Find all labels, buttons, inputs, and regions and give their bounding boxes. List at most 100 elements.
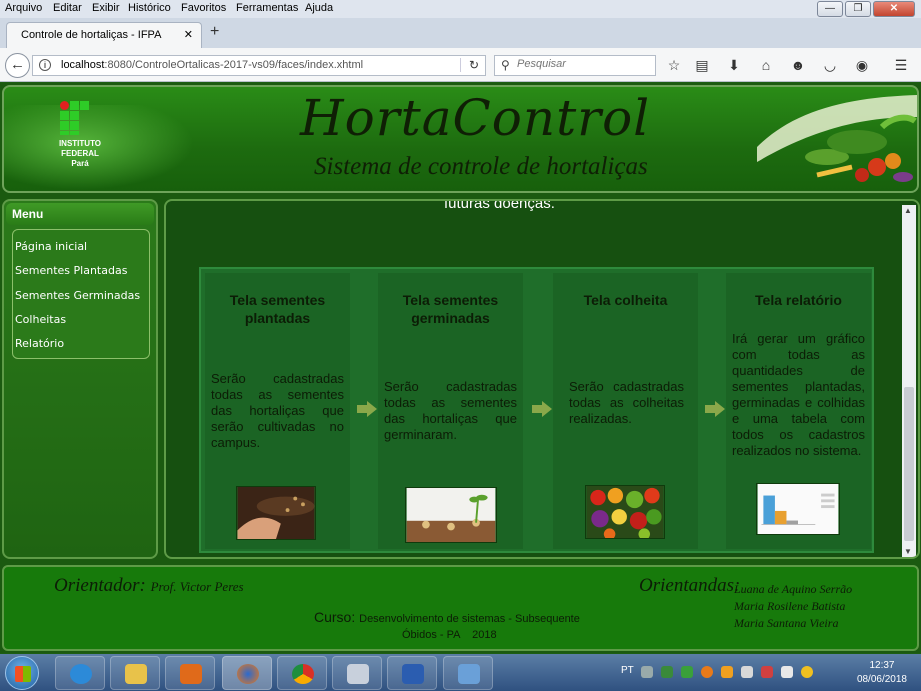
menu-item-sementes-plantadas[interactable]: Sementes Plantadas (15, 264, 145, 277)
menu-item-colheitas[interactable]: Colheitas (15, 313, 145, 326)
calculator-task[interactable] (332, 656, 382, 690)
content-scrollbar[interactable]: ▲ ▼ (902, 205, 916, 557)
card-colheita: Tela colheita Serão cadastradas todas as… (553, 273, 698, 549)
alert-icon[interactable] (721, 666, 733, 678)
home-icon[interactable]: ⌂ (757, 57, 775, 73)
search-input[interactable] (517, 58, 647, 70)
keyboard-icon[interactable] (641, 666, 653, 678)
navigation-bar: ← i localhost:8080/ControleOrtalicas-201… (0, 48, 921, 82)
internet-explorer-task[interactable] (55, 656, 105, 690)
city-year: Óbidos - PA 2018 (402, 629, 497, 641)
volume-icon[interactable] (781, 666, 793, 678)
search-icon: ⚲ (501, 58, 510, 72)
card-text: Irá gerar um gráfico com todas as quanti… (732, 331, 865, 458)
new-tab-icon[interactable]: + (210, 23, 219, 41)
windows-logo-icon (15, 666, 31, 682)
tab-title: Controle de hortaliças - IFPA (21, 29, 162, 41)
menu-exibir[interactable]: Exibir (92, 2, 120, 14)
intro-text-tail: futuras doenças. (444, 199, 555, 212)
card-text: Serão cadastradas todas as sementes das … (211, 371, 344, 450)
network-icon[interactable] (741, 666, 753, 678)
scroll-down-icon[interactable]: ▼ (904, 547, 912, 556)
scrollbar-thumb[interactable] (904, 387, 914, 541)
ie-icon (70, 664, 92, 684)
antivirus-icon[interactable] (661, 666, 673, 678)
orientanda-3: Maria Santana Vieira (734, 616, 839, 630)
menu-list: Página inicial Sementes Plantadas Sement… (12, 229, 150, 359)
main-content: futuras doenças. Tela sementes plantadas… (164, 199, 920, 559)
app-tray-icon[interactable] (681, 666, 693, 678)
folder-icon (125, 664, 147, 684)
windows-taskbar: PT 12:37 08/06/2018 (0, 654, 921, 691)
menu-ferramentas[interactable]: Ferramentas (236, 2, 298, 14)
firefox-task[interactable] (222, 656, 272, 690)
arrow-right-icon (705, 401, 725, 417)
user-icon[interactable] (801, 666, 813, 678)
firefox-icon (237, 664, 259, 684)
bookmark-star-icon[interactable]: ☆ (665, 57, 683, 74)
web-page: INSTITUTO FEDERAL Pará HortaControl Sist… (0, 83, 921, 653)
word-task[interactable] (387, 656, 437, 690)
library-icon[interactable]: ▤ (693, 57, 711, 74)
site-title: HortaControl (300, 89, 651, 147)
orientador-name: Prof. Victor Peres (150, 579, 244, 594)
features-panel: Tela sementes plantadas Serão cadastrada… (199, 267, 874, 553)
clock[interactable]: 12:37 08/06/2018 (857, 659, 907, 687)
germination-image (405, 487, 497, 543)
card-relatorio: Tela relatório Irá gerar um gráfico com … (726, 273, 871, 549)
menu-arquivo[interactable]: Arquivo (5, 2, 42, 14)
info-icon[interactable]: i (39, 59, 51, 71)
virtualbox-task[interactable] (443, 656, 493, 690)
menu-editar[interactable]: Editar (53, 2, 82, 14)
language-indicator[interactable]: PT (621, 665, 634, 676)
site-footer: Orientador: Prof. Victor Peres Orientand… (2, 565, 919, 651)
calculator-icon (347, 664, 369, 684)
report-chart-image (756, 483, 840, 535)
site-header: INSTITUTO FEDERAL Pará HortaControl Sist… (2, 85, 919, 193)
maximize-button[interactable]: ❐ (845, 1, 871, 17)
back-button[interactable]: ← (5, 53, 30, 78)
close-window-button[interactable]: ✕ (873, 1, 915, 17)
start-button[interactable] (5, 656, 39, 690)
menu-item-pagina-inicial[interactable]: Página inicial (15, 240, 145, 253)
seeds-hand-image (236, 486, 316, 540)
close-tab-icon[interactable]: ✕ (184, 28, 193, 41)
media-player-task[interactable] (165, 656, 215, 690)
menu-historico[interactable]: Histórico (128, 2, 171, 14)
media-player-icon (180, 664, 202, 684)
logo-line-2: FEDERAL (61, 149, 99, 158)
curso-name: Desenvolvimento de sistemas - Subsequent… (359, 613, 580, 625)
minimize-button[interactable]: — (817, 1, 843, 17)
hamburger-menu-icon[interactable]: ☰ (892, 57, 910, 74)
orientanda-1: Luana de Aquino Serrão (734, 582, 853, 596)
word-icon (402, 664, 424, 684)
logo-line-3: Pará (71, 159, 89, 168)
update-icon[interactable] (701, 666, 713, 678)
menu-favoritos[interactable]: Favoritos (181, 2, 226, 14)
browser-tab[interactable]: Controle de hortaliças - IFPA ✕ (6, 22, 202, 48)
window-controls: — ❐ ✕ (817, 1, 915, 17)
search-box[interactable]: ⚲ (494, 55, 656, 76)
arrow-right-icon (532, 401, 552, 417)
menu-ajuda[interactable]: Ajuda (305, 2, 333, 14)
action-center-icon[interactable] (761, 666, 773, 678)
address-bar[interactable]: i localhost:8080/ControleOrtalicas-2017-… (32, 55, 486, 76)
virtualbox-icon (458, 664, 480, 684)
menu-item-sementes-germinadas[interactable]: Sementes Germinadas (15, 289, 145, 302)
emoji-icon[interactable]: ☻ (789, 57, 807, 73)
download-icon[interactable]: ⬇ (725, 57, 743, 74)
file-explorer-task[interactable] (110, 656, 160, 690)
orientanda-2: Maria Rosilene Batista (734, 599, 846, 613)
reload-icon[interactable]: ↻ (459, 58, 479, 72)
menu-item-relatorio[interactable]: Relatório (15, 337, 145, 350)
chrome-task[interactable] (277, 656, 327, 690)
card-title: Tela relatório (755, 292, 842, 308)
logo-line-1: INSTITUTO (58, 139, 102, 148)
card-sementes-plantadas: Tela sementes plantadas Serão cadastrada… (205, 273, 350, 549)
card-title: Tela sementes plantadas (229, 292, 326, 326)
scroll-up-icon[interactable]: ▲ (904, 206, 912, 215)
extension-icon[interactable]: ◉ (853, 57, 871, 74)
card-text: Serão cadastradas todas as colheitas rea… (569, 379, 684, 426)
pocket-icon[interactable]: ◡ (821, 57, 839, 74)
arrow-right-icon (357, 401, 377, 417)
